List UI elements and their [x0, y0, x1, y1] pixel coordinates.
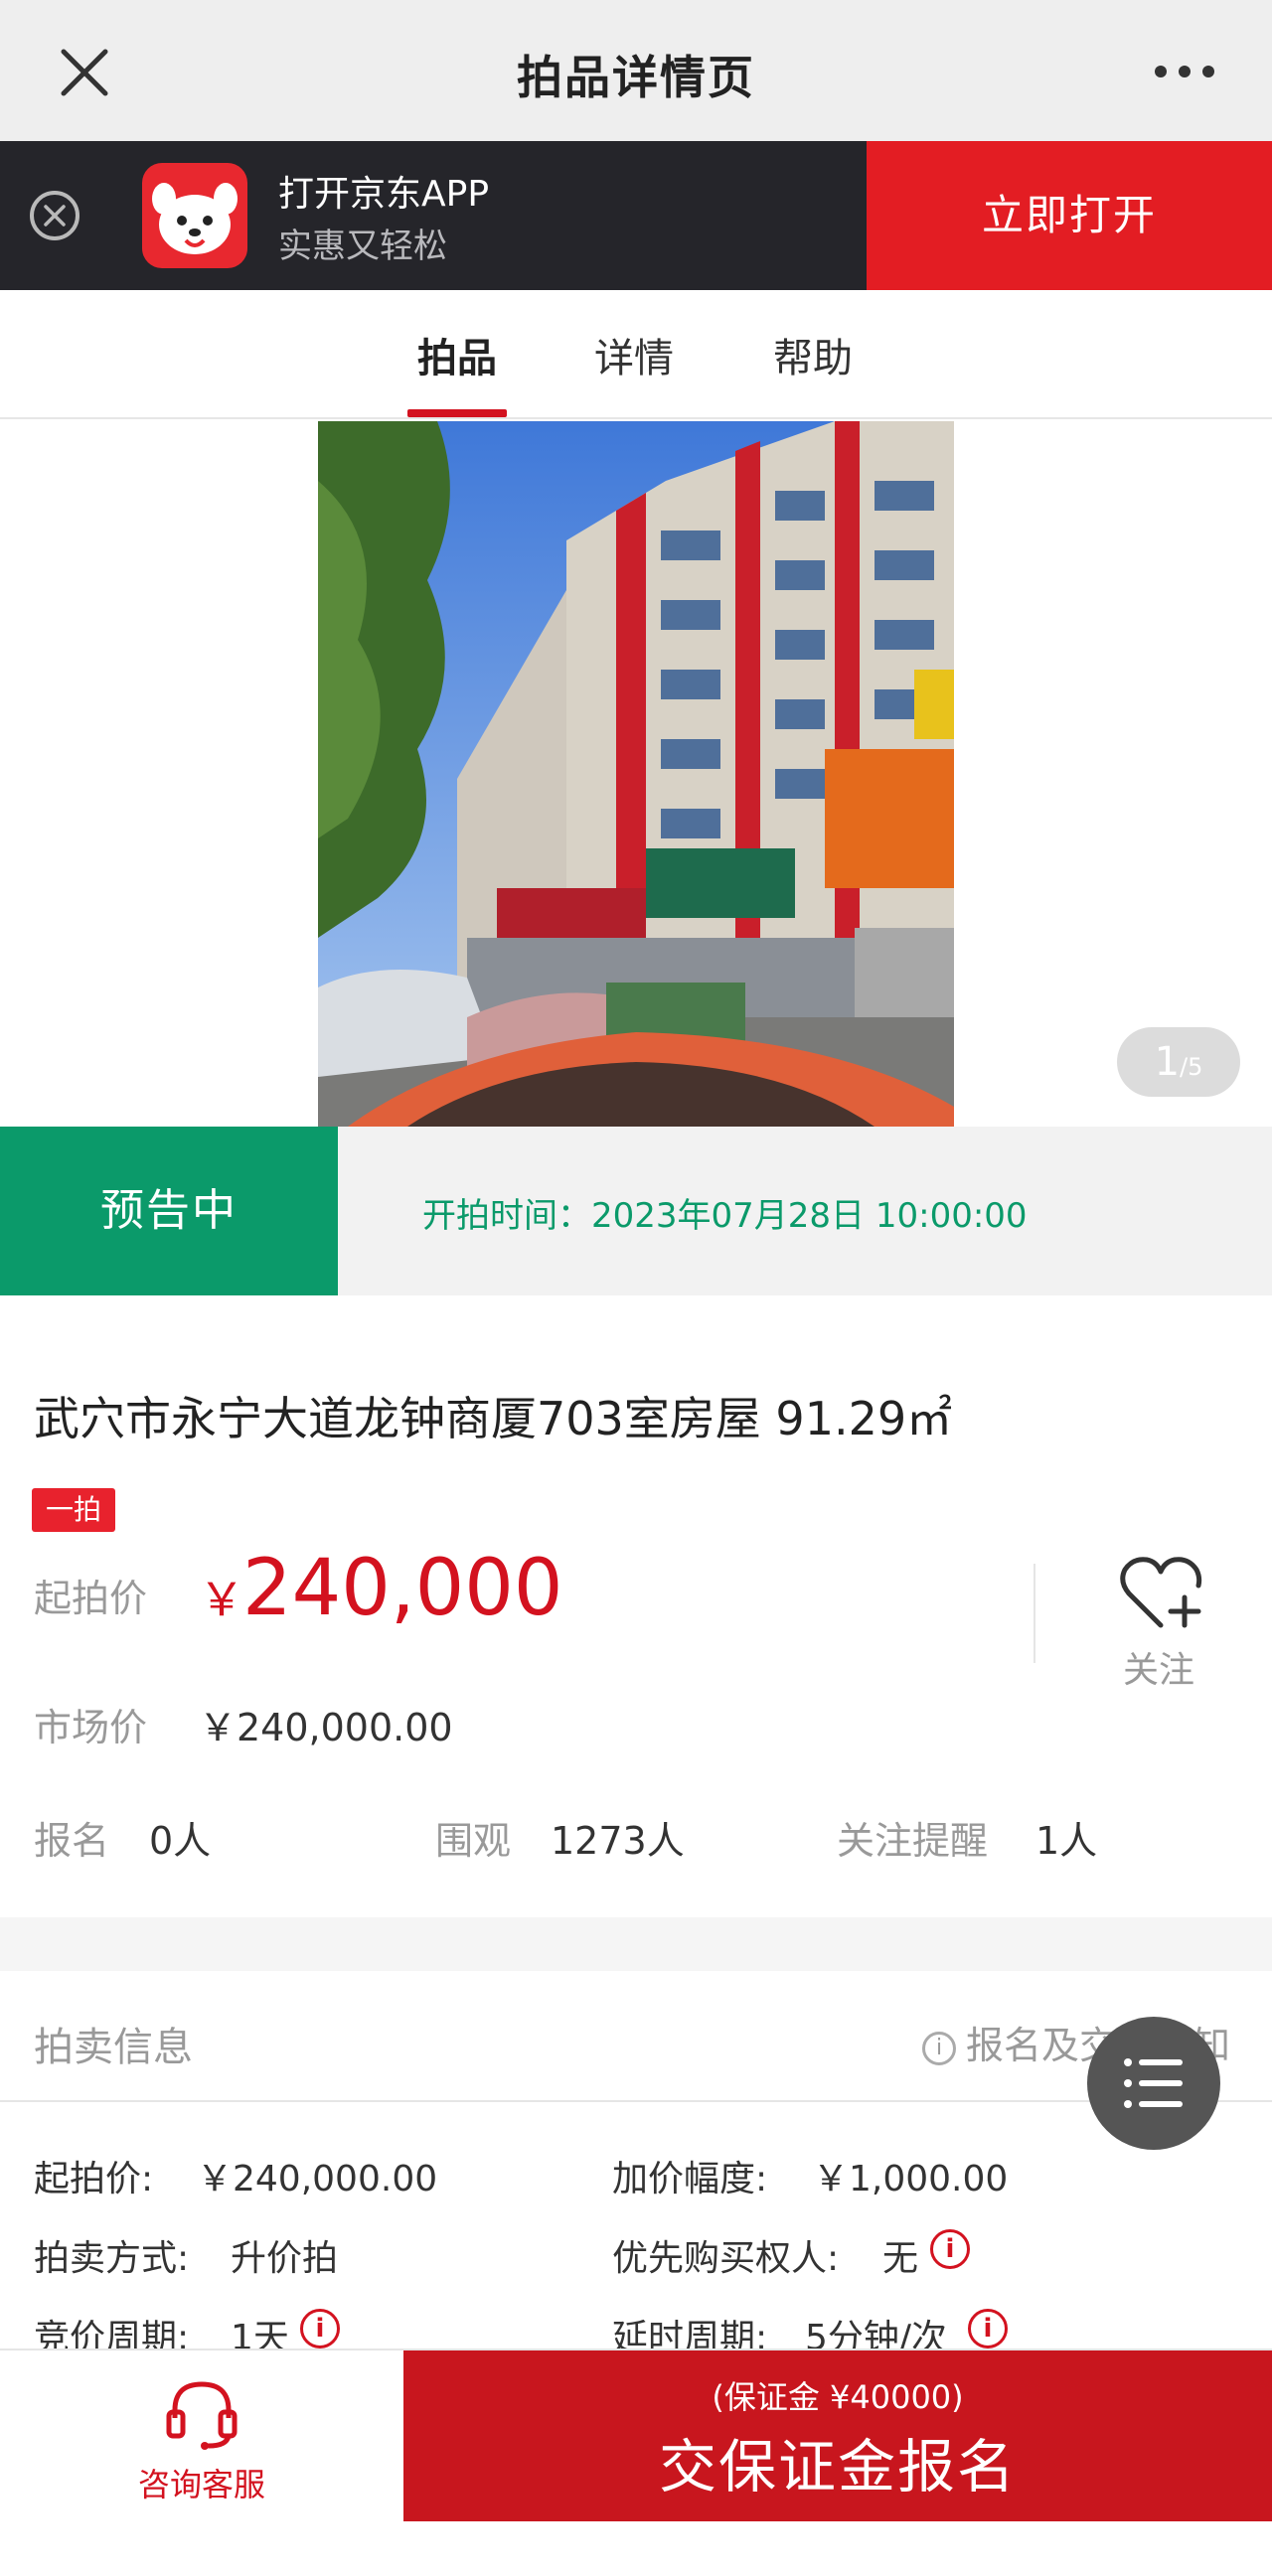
active-tab-indicator — [407, 409, 507, 417]
top-nav-bar: 拍品详情页 — [0, 0, 1272, 141]
views-label: 围观 — [435, 1819, 512, 1863]
remind-label: 关注提醒 — [837, 1819, 989, 1863]
start-time: 开拍时间：2023年07月28日 10:00:00 — [422, 1196, 1028, 1236]
jd-app-logo-icon — [142, 163, 247, 268]
auction-info-section: 拍卖信息 i报名及交保须知 起拍价: ￥240,000.00 加价幅度: ￥1,… — [0, 1971, 1272, 2358]
open-app-button[interactable]: 立即打开 — [867, 141, 1272, 290]
tab-item[interactable]: 拍品 — [417, 326, 497, 383]
divider — [0, 2100, 1272, 2102]
increment-value: ￥1,000.00 — [813, 2159, 1009, 2199]
customer-service-label: 咨询客服 — [137, 2466, 265, 2503]
start-price-value: ￥240,000.00 — [197, 2159, 438, 2199]
signup-count: 0人 — [149, 1819, 212, 1863]
deposit-amount: (保证金 ¥40000) — [712, 2378, 964, 2416]
extension-info-icon[interactable]: i — [968, 2309, 1008, 2349]
bidding-cycle-info-icon[interactable]: i — [300, 2309, 340, 2349]
auction-method-value: 升价拍 — [231, 2238, 339, 2279]
headset-icon — [166, 2381, 238, 2450]
image-gallery[interactable]: 1/5 — [0, 421, 1272, 1127]
start-price-label: 起拍价 — [34, 1577, 148, 1620]
remind-count: 1人 — [1035, 1819, 1098, 1863]
auction-method-key: 拍卖方式: — [34, 2238, 190, 2279]
product-title: 武穴市永宁大道龙钟商厦703室房屋 91.29㎡ — [34, 1392, 953, 1445]
page-title: 拍品详情页 — [517, 51, 755, 104]
divider — [1034, 1564, 1035, 1663]
app-banner: 打开京东APP 实惠又轻松 立即打开 — [0, 141, 1272, 290]
section-gap — [0, 1917, 1272, 1971]
deposit-signup-label: 交保证金报名 — [658, 2433, 1017, 2500]
start-price-key: 起拍价: — [34, 2159, 154, 2199]
auction-status-bar: 预告中 开拍时间：2023年07月28日 10:00:00 — [0, 1127, 1272, 1295]
auction-round-tag: 一拍 — [32, 1488, 115, 1532]
floating-menu-button[interactable] — [1087, 2017, 1220, 2150]
market-price-label: 市场价 — [34, 1706, 148, 1749]
preemption-value: 无 — [882, 2238, 919, 2279]
signup-label: 报名 — [34, 1819, 110, 1863]
image-counter: 1/5 — [1117, 1027, 1240, 1097]
start-price: 240,000 — [242, 1544, 563, 1633]
status-badge: 预告中 — [0, 1127, 338, 1295]
banner-close-icon[interactable] — [30, 191, 80, 240]
preemption-info-icon[interactable]: i — [930, 2229, 970, 2269]
list-icon — [1124, 2058, 1183, 2108]
banner-title: 打开京东APP — [278, 174, 490, 215]
tab-detail[interactable]: 详情 — [594, 326, 674, 383]
info-icon: i — [922, 2032, 956, 2065]
increment-key: 加价幅度: — [612, 2159, 768, 2199]
banner-subtitle: 实惠又轻松 — [278, 227, 447, 266]
image-current-index: 1 — [1154, 1039, 1181, 1085]
more-icon[interactable] — [1155, 62, 1214, 81]
market-price: ￥240,000.00 — [199, 1706, 453, 1749]
product-info: 武穴市永宁大道龙钟商厦703室房屋 91.29㎡ 一拍 起拍价 ￥ 240,00… — [0, 1295, 1272, 1917]
customer-service-button[interactable]: 咨询客服 — [0, 2350, 403, 2576]
property-photo[interactable] — [318, 421, 954, 1127]
tab-help[interactable]: 帮助 — [773, 326, 853, 383]
image-total-count: /5 — [1180, 1053, 1203, 1081]
deposit-signup-button[interactable]: (保证金 ¥40000) 交保证金报名 — [403, 2350, 1272, 2521]
follow-button[interactable]: 关注 — [1123, 1641, 1194, 1693]
bottom-action-bar: 咨询客服 (保证金 ¥40000) 交保证金报名 — [0, 2349, 1272, 2576]
views-count: 1273人 — [551, 1819, 685, 1863]
tab-bar: 拍品 详情 帮助 — [0, 290, 1272, 419]
heart-plus-icon[interactable] — [1119, 1556, 1206, 1631]
currency-symbol: ￥ — [199, 1573, 244, 1626]
section-title: 拍卖信息 — [34, 2025, 193, 2070]
preemption-key: 优先购买权人: — [612, 2238, 840, 2279]
